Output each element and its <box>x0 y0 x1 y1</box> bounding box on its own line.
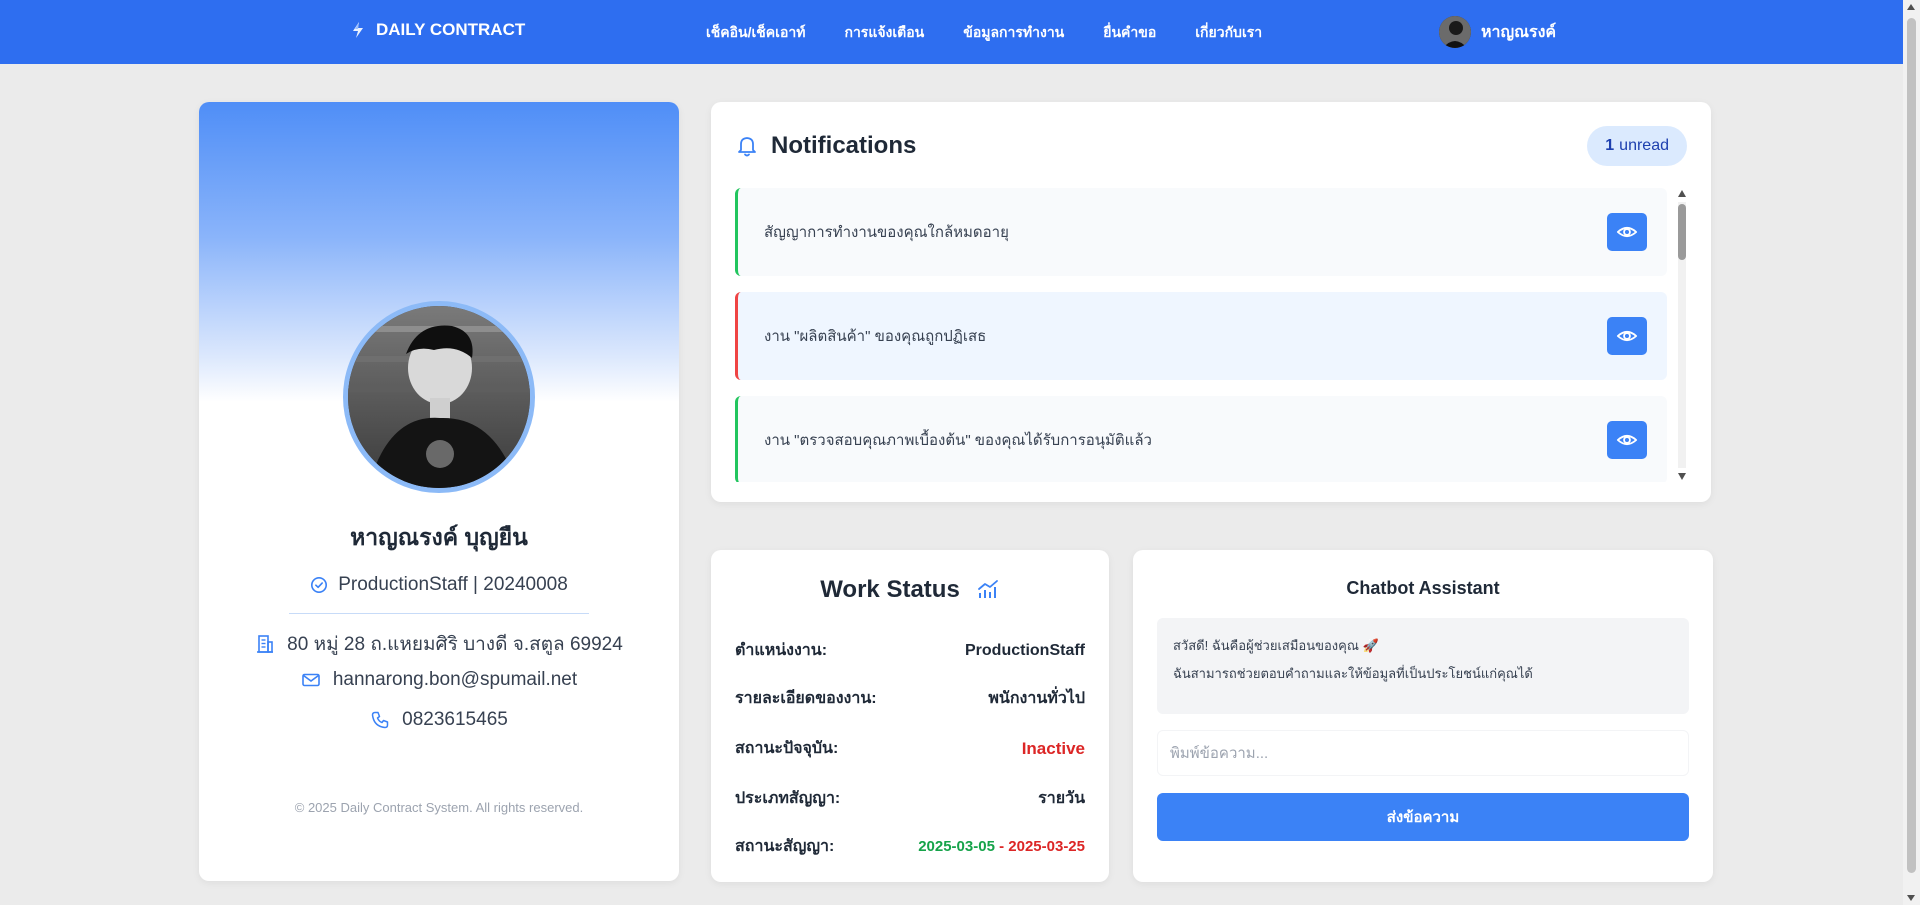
notification-text: งาน "ตรวจสอบคุณภาพเบื้องต้น" ของคุณได้รั… <box>764 432 1152 449</box>
work-row-position: ตำแหน่งงาน: ProductionStaff <box>735 638 1085 663</box>
unread-count: 1 <box>1605 137 1615 154</box>
work-row-contract-status: สถานะสัญญา: 2025-03-05 - 2025-03-25 <box>735 834 1085 859</box>
chatbot-greeting-line: ฉันสามารถช่วยตอบคำถามและให้ข้อมูลที่เป็น… <box>1173 666 1533 681</box>
nav-links: เช็คอิน/เช็คเอาท์ การแจ้งเตือน ข้อมูลการ… <box>706 22 1262 44</box>
bell-icon <box>738 137 756 157</box>
page-scrollbar[interactable] <box>1903 0 1920 905</box>
chatbot-title: Chatbot Assistant <box>1346 578 1500 598</box>
bolt-icon <box>353 22 363 38</box>
chatbot-greeting-line: สวัสดี! ฉันคือผู้ช่วยเสมือนของคุณ 🚀 <box>1173 638 1379 653</box>
send-message-button[interactable]: ส่งข้อความ <box>1157 793 1689 841</box>
scroll-down-icon[interactable] <box>1678 473 1686 480</box>
scroll-down-icon[interactable] <box>1907 895 1915 901</box>
view-notification-button[interactable] <box>1607 317 1647 355</box>
unread-label: unread <box>1619 137 1669 154</box>
work-row-label: สถานะปัจจุบัน: <box>735 740 839 757</box>
notifications-card: Notifications 1 unread สัญญาการทำงานของค… <box>711 102 1711 502</box>
work-row-label: ประเภทสัญญา: <box>735 790 841 807</box>
profile-card: หาญณรงค์ บุญยืน ProductionStaff | 202400… <box>199 102 679 881</box>
work-row-label: สถานะสัญญา: <box>735 838 835 855</box>
work-row-value: พนักงานทั่วไป <box>988 690 1085 707</box>
scrollbar-thumb[interactable] <box>1678 204 1686 260</box>
brand[interactable]: DAILY CONTRACT <box>350 20 525 40</box>
phone-icon <box>371 711 389 729</box>
contract-period: 2025-03-05 - 2025-03-25 <box>918 838 1085 855</box>
work-status-card: Work Status ตำแหน่งงาน: ProductionStaff … <box>711 550 1109 882</box>
notification-text: งาน "ผลิตสินค้า" ของคุณถูกปฏิเสธ <box>764 328 987 345</box>
eye-icon <box>1616 226 1638 238</box>
contract-date-separator: - <box>994 838 1009 855</box>
profile-email[interactable]: hannarong.bon@spumail.net <box>333 669 577 691</box>
notifications-scrollbar[interactable] <box>1676 188 1688 482</box>
avatar <box>1439 16 1471 48</box>
check-circle-icon <box>311 576 328 594</box>
nav-user-menu[interactable]: หาญณรงค์ <box>1439 16 1556 48</box>
work-row-label: รายละเอียดของงาน: <box>735 690 877 707</box>
nav-link-notifications[interactable]: การแจ้งเตือน <box>844 22 924 44</box>
contract-end-date: 2025-03-25 <box>1008 838 1085 855</box>
profile-role: ProductionStaff | 20240008 <box>338 574 568 595</box>
top-navbar: DAILY CONTRACT เช็คอิน/เช็คเอาท์ การแจ้ง… <box>0 0 1903 64</box>
view-notification-button[interactable] <box>1607 421 1647 459</box>
status-badge: Inactive <box>1021 738 1085 758</box>
scrollbar-thumb[interactable] <box>1907 18 1916 873</box>
notifications-header: Notifications <box>735 132 916 160</box>
scroll-up-icon[interactable] <box>1907 4 1915 10</box>
eye-icon <box>1616 330 1638 342</box>
brand-title: DAILY CONTRACT <box>376 20 526 39</box>
profile-phone[interactable]: 0823615465 <box>402 709 508 731</box>
nav-link-work-info[interactable]: ข้อมูลการทำงาน <box>963 22 1064 44</box>
view-notification-button[interactable] <box>1607 213 1647 251</box>
profile-phone-row: 0823615465 <box>199 709 679 731</box>
notification-item[interactable]: งาน "ผลิตสินค้า" ของคุณถูกปฏิเสธ <box>735 292 1667 380</box>
building-icon <box>257 635 274 653</box>
work-row-label: ตำแหน่งงาน: <box>735 642 828 659</box>
profile-address-row: 80 หมู่ 28 ถ.แหยมศิริ บางดี จ.สตูล 69924 <box>199 629 679 659</box>
contract-start-date: 2025-03-05 <box>918 838 995 855</box>
notification-text: สัญญาการทำงานของคุณใกล้หมดอายุ <box>764 224 1009 241</box>
work-row-description: รายละเอียดของงาน: พนักงานทั่วไป <box>735 686 1085 711</box>
eye-icon <box>1616 434 1638 446</box>
nav-link-request[interactable]: ยื่นคำขอ <box>1103 22 1156 44</box>
chart-icon <box>977 580 998 598</box>
notifications-list[interactable]: สัญญาการทำงานของคุณใกล้หมดอายุ งาน "ผลิต… <box>735 188 1669 482</box>
profile-role-row: ProductionStaff | 20240008 <box>199 574 679 596</box>
work-row-value: รายวัน <box>1038 790 1085 807</box>
mail-icon <box>302 673 320 687</box>
footer-copyright: © 2025 Daily Contract System. All rights… <box>294 800 584 815</box>
work-status-title: Work Status <box>820 576 960 603</box>
profile-email-row: hannarong.bon@spumail.net <box>199 669 679 691</box>
nav-link-about[interactable]: เกี่ยวกับเรา <box>1195 22 1262 44</box>
profile-divider <box>289 613 589 614</box>
chatbot-card: Chatbot Assistant สวัสดี! ฉันคือผู้ช่วยเ… <box>1133 550 1713 882</box>
work-status-header: Work Status <box>711 576 1109 604</box>
notification-item[interactable]: สัญญาการทำงานของคุณใกล้หมดอายุ <box>735 188 1667 276</box>
chatbot-message-area: สวัสดี! ฉันคือผู้ช่วยเสมือนของคุณ 🚀 ฉันส… <box>1157 618 1689 714</box>
unread-badge: 1 unread <box>1587 126 1687 166</box>
nav-link-checkin[interactable]: เช็คอิน/เช็คเอาท์ <box>706 22 805 44</box>
scroll-up-icon[interactable] <box>1678 190 1686 197</box>
work-row-value: ProductionStaff <box>965 641 1085 659</box>
profile-avatar <box>343 301 535 493</box>
profile-name: หาญณรงค์ บุญยืน <box>350 524 528 550</box>
chat-message-input[interactable] <box>1157 730 1689 776</box>
nav-user-name: หาญณรงค์ <box>1481 23 1557 41</box>
work-row-contract-type: ประเภทสัญญา: รายวัน <box>735 786 1085 811</box>
notifications-title: Notifications <box>771 132 917 159</box>
profile-address: 80 หมู่ 28 ถ.แหยมศิริ บางดี จ.สตูล 69924 <box>287 634 623 655</box>
work-row-current-status: สถานะปัจจุบัน: Inactive <box>735 736 1085 761</box>
notification-item[interactable]: งาน "ตรวจสอบคุณภาพเบื้องต้น" ของคุณได้รั… <box>735 396 1667 482</box>
